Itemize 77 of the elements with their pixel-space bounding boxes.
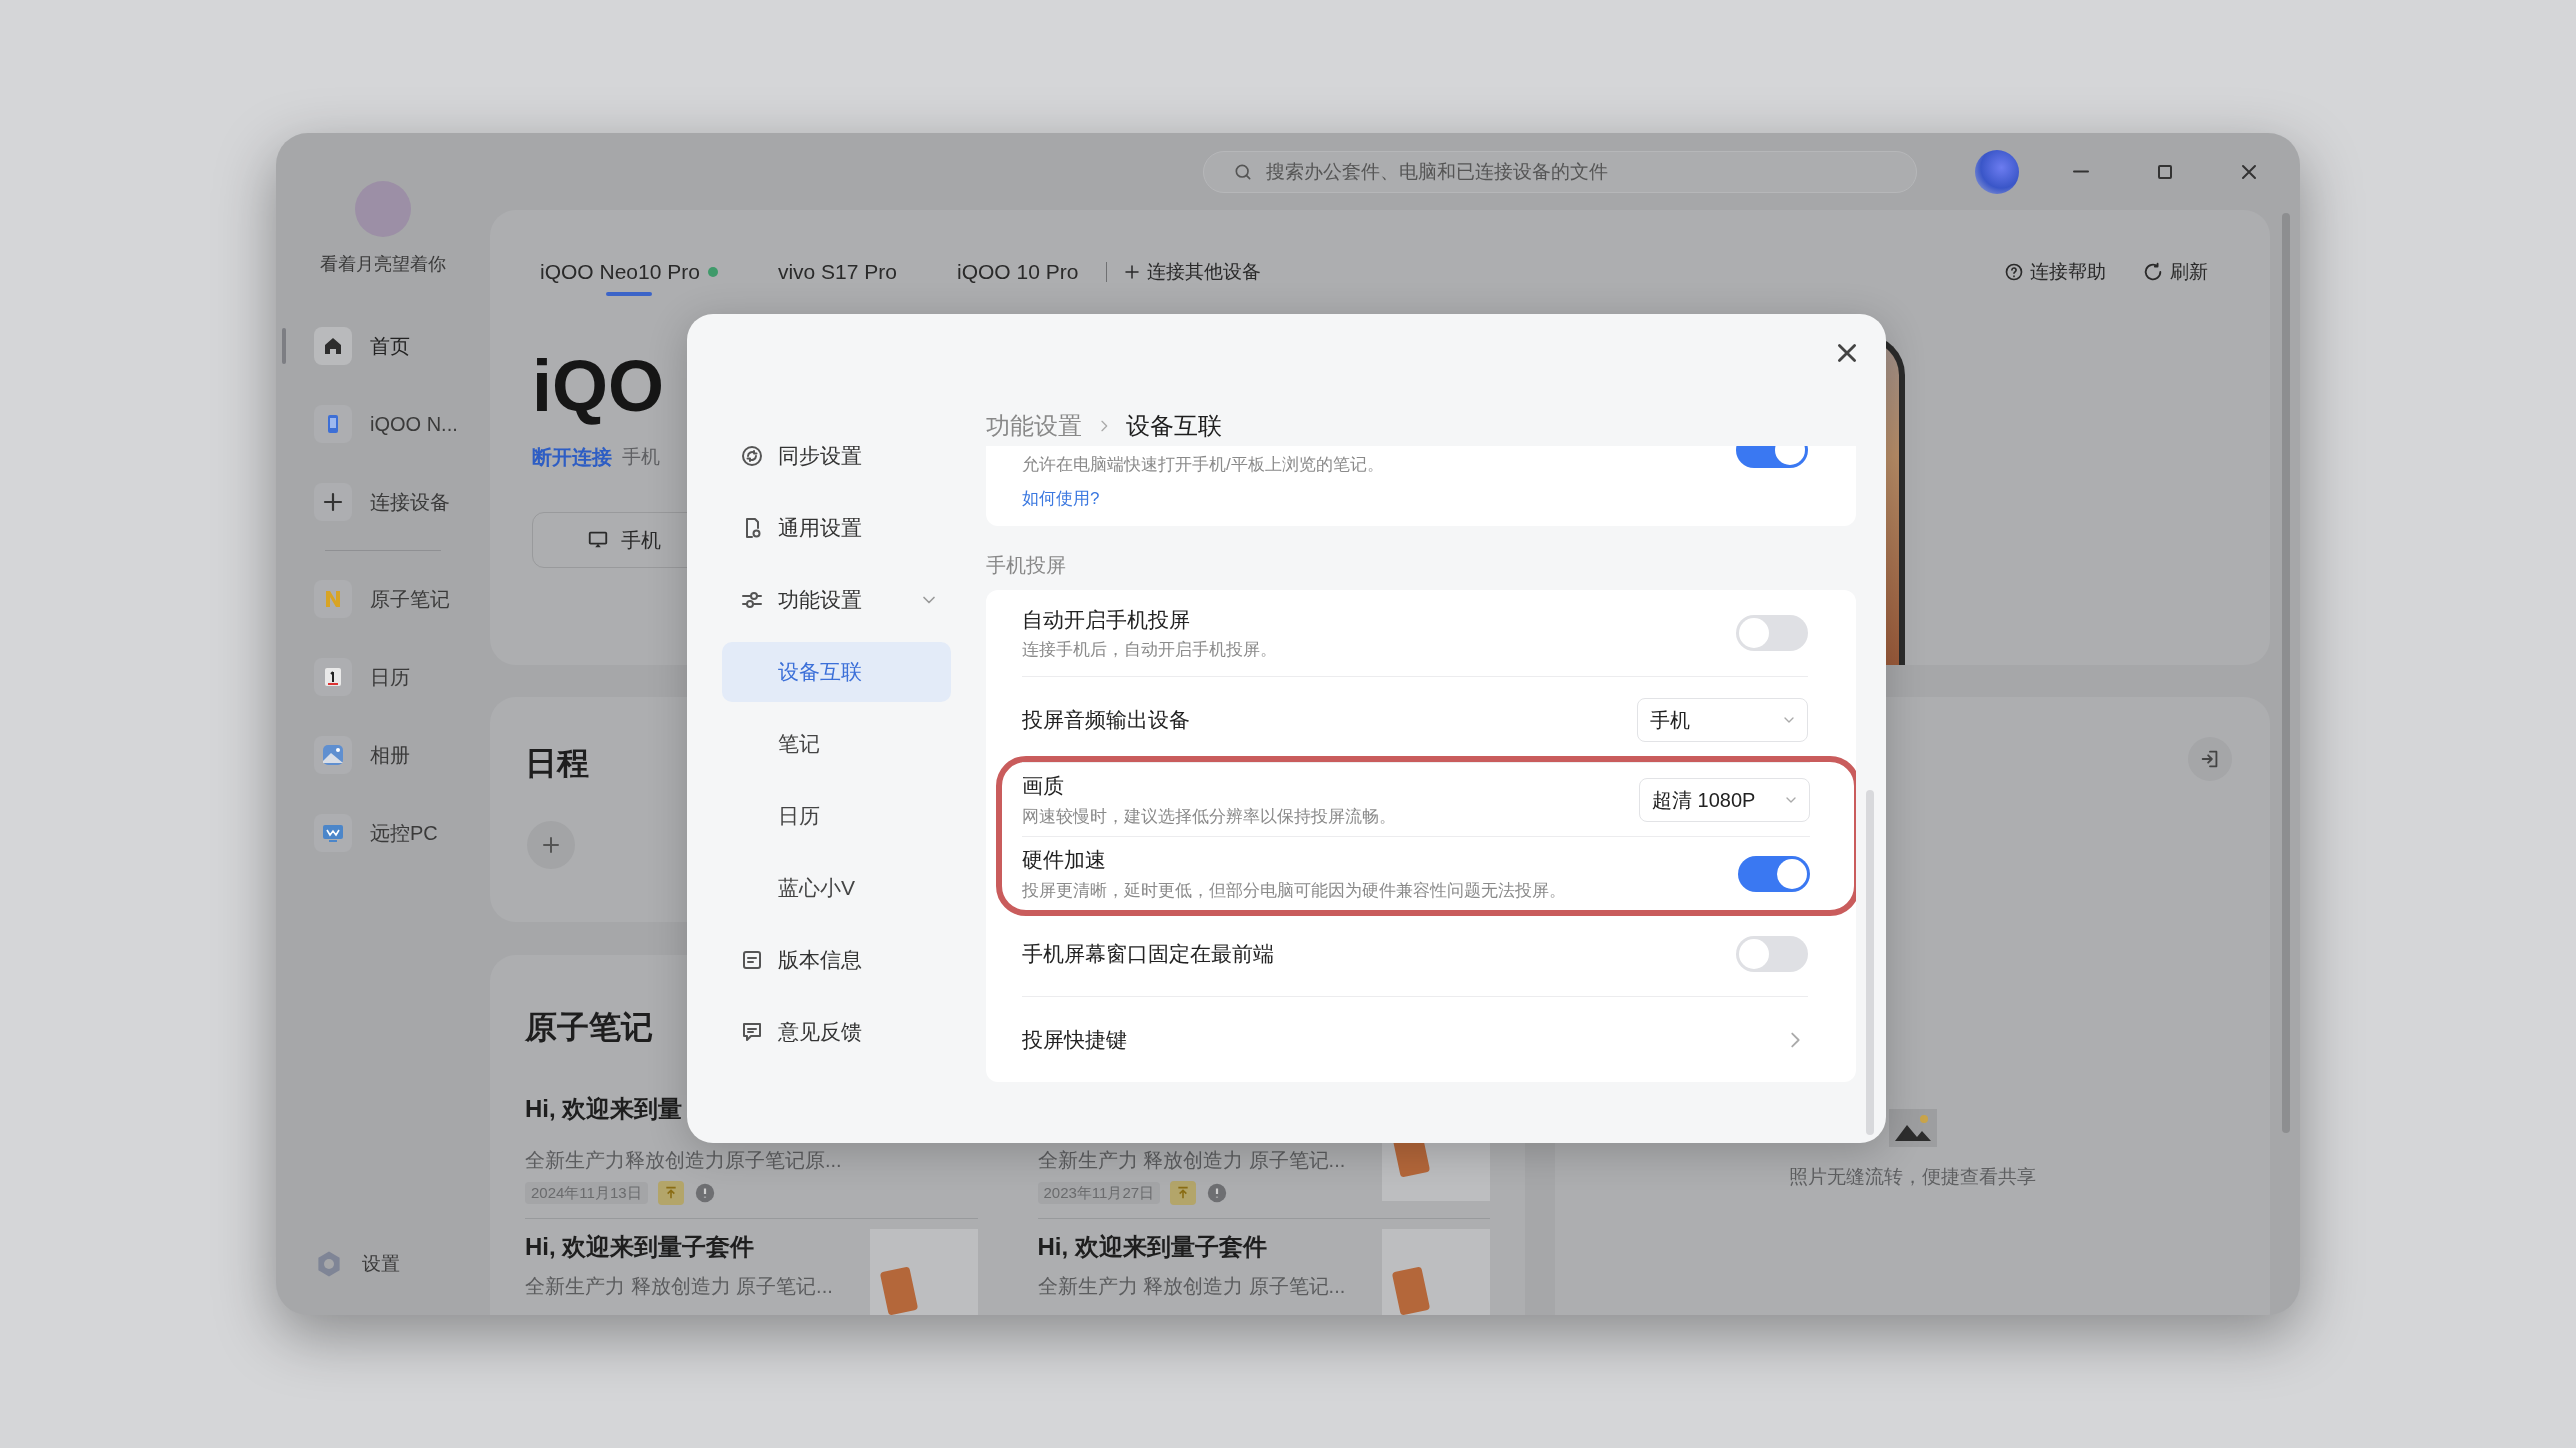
- setting-description: 投屏更清晰，延时更低，但部分电脑可能因为硬件兼容性问题无法投屏。: [1022, 879, 1566, 902]
- how-to-link[interactable]: 如何使用?: [1022, 485, 1384, 511]
- device-tab[interactable]: iQOO 10 Pro: [956, 248, 1079, 296]
- add-button[interactable]: [527, 821, 575, 869]
- settings-subnav-item[interactable]: 设备互联: [722, 642, 951, 702]
- nav-icon-tile[interactable]: [314, 580, 352, 618]
- breadcrumb-item: 设备互联: [1126, 411, 1222, 441]
- nav-icon-tile[interactable]: [314, 658, 352, 696]
- settings-subnav-item[interactable]: 日历: [722, 786, 951, 846]
- setting-title: 投屏音频输出设备: [1022, 706, 1190, 733]
- settings-subnav-item[interactable]: 笔记: [722, 714, 951, 774]
- nav-item[interactable]: 原子笔记: [370, 584, 450, 614]
- nav-item[interactable]: 首页: [370, 331, 410, 361]
- settings-subnav-item[interactable]: 蓝心小V: [722, 858, 951, 918]
- note-snippet: 全新生产力释放创造力原子笔记原...: [525, 1148, 843, 1173]
- setting-description: 网速较慢时，建议选择低分辨率以保持投屏流畅。: [1022, 805, 1396, 828]
- settings-item[interactable]: 设置: [362, 1249, 400, 1279]
- setting-title: 手机屏幕窗口固定在最前端: [1022, 940, 1274, 967]
- info-icon: [693, 1182, 716, 1204]
- photos-caption: 照片无缝流转，便捷查看共享: [1789, 1165, 2036, 1189]
- nav-item[interactable]: 远控PC: [370, 818, 438, 848]
- info-icon: [1206, 1182, 1229, 1204]
- nav-item[interactable]: 日历: [370, 662, 410, 692]
- nav-icon-tile[interactable]: [314, 814, 352, 852]
- help-link[interactable]: 连接帮助: [2004, 257, 2106, 287]
- section-title: 手机投屏: [986, 553, 1067, 578]
- user-name: 看着月亮望着你: [320, 253, 446, 276]
- settings-nav-item[interactable]: 同步设置: [722, 420, 951, 492]
- assistant-orb-icon[interactable]: [1975, 149, 2019, 194]
- setting-description: 允许在电脑端快速打开手机/平板上浏览的笔记。: [1022, 454, 1384, 476]
- note-snippet: 全新生产力 释放创造力 原子笔记...: [1037, 1274, 1347, 1299]
- sign-in-button[interactable]: [2188, 737, 2232, 781]
- toggle-switch[interactable]: [1736, 615, 1808, 651]
- refresh-button[interactable]: 刷新: [2142, 257, 2208, 287]
- dropdown[interactable]: 超清 1080P: [1639, 777, 1810, 822]
- pin-icon: [657, 1181, 684, 1205]
- toggle-switch[interactable]: [1736, 935, 1808, 972]
- setting-description: 连接手机后，自动开启手机投屏。: [1022, 639, 1277, 661]
- plus-icon: [321, 490, 345, 514]
- nav-item[interactable]: iQOO N...: [370, 409, 458, 439]
- device-tab[interactable]: vivo S17 Pro: [777, 248, 897, 296]
- setting-title: 硬件加速: [1022, 847, 1107, 873]
- scrollbar-thumb[interactable]: [2282, 213, 2290, 1133]
- minimize-icon: [2072, 170, 2090, 173]
- setting-title: 投屏快捷键: [1022, 1026, 1127, 1053]
- setting-title: 自动开启手机投屏: [1022, 606, 1191, 633]
- device-tab[interactable]: iQOO Neo10 Pro: [540, 248, 718, 296]
- note-title[interactable]: Hi, 欢迎来到量子套件: [1037, 1229, 1378, 1263]
- settings-nav-item[interactable]: 版本信息: [722, 924, 951, 996]
- settings-nav-item[interactable]: 意见反馈: [722, 996, 951, 1068]
- card-title: 原子笔记: [525, 1008, 653, 1047]
- connect-device-link[interactable]: 连接其他设备: [1123, 257, 1262, 287]
- note-snippet: 全新生产力 释放创造力 原子笔记...: [525, 1274, 834, 1299]
- mountain-picture-icon: [321, 743, 345, 767]
- chat-icon: [740, 1020, 764, 1044]
- nav-icon-tile[interactable]: [314, 483, 352, 521]
- note-title[interactable]: Hi, 欢迎来到量子套件: [525, 1229, 865, 1263]
- dropdown[interactable]: 手机: [1637, 697, 1808, 742]
- pin-icon: [1170, 1181, 1197, 1205]
- setting-title: 画质: [1022, 773, 1065, 799]
- nav-icon-tile[interactable]: [314, 736, 352, 774]
- nav-item[interactable]: 相册: [370, 740, 410, 770]
- document-icon: [740, 948, 764, 972]
- note-snippet: 全新生产力 释放创造力 原子笔记...: [1037, 1148, 1347, 1173]
- nav-icon-tile[interactable]: [314, 405, 352, 443]
- connection-status: 手机: [622, 444, 660, 469]
- picture-icon: [1888, 1109, 1937, 1147]
- nav-item[interactable]: 连接设备: [370, 487, 450, 517]
- scrollbar-thumb[interactable]: [1866, 790, 1874, 1135]
- plus-icon: [1123, 263, 1142, 281]
- refresh-icon: [2142, 261, 2164, 283]
- nav-icon-tile[interactable]: [314, 327, 352, 365]
- card-title: 日程: [525, 744, 589, 783]
- help-icon: [2004, 262, 2024, 282]
- search-field[interactable]: 搜索办公套件、电脑和已连接设备的文件: [1203, 150, 1917, 193]
- toggle-switch[interactable]: [1738, 855, 1810, 892]
- sync-icon: [740, 444, 764, 468]
